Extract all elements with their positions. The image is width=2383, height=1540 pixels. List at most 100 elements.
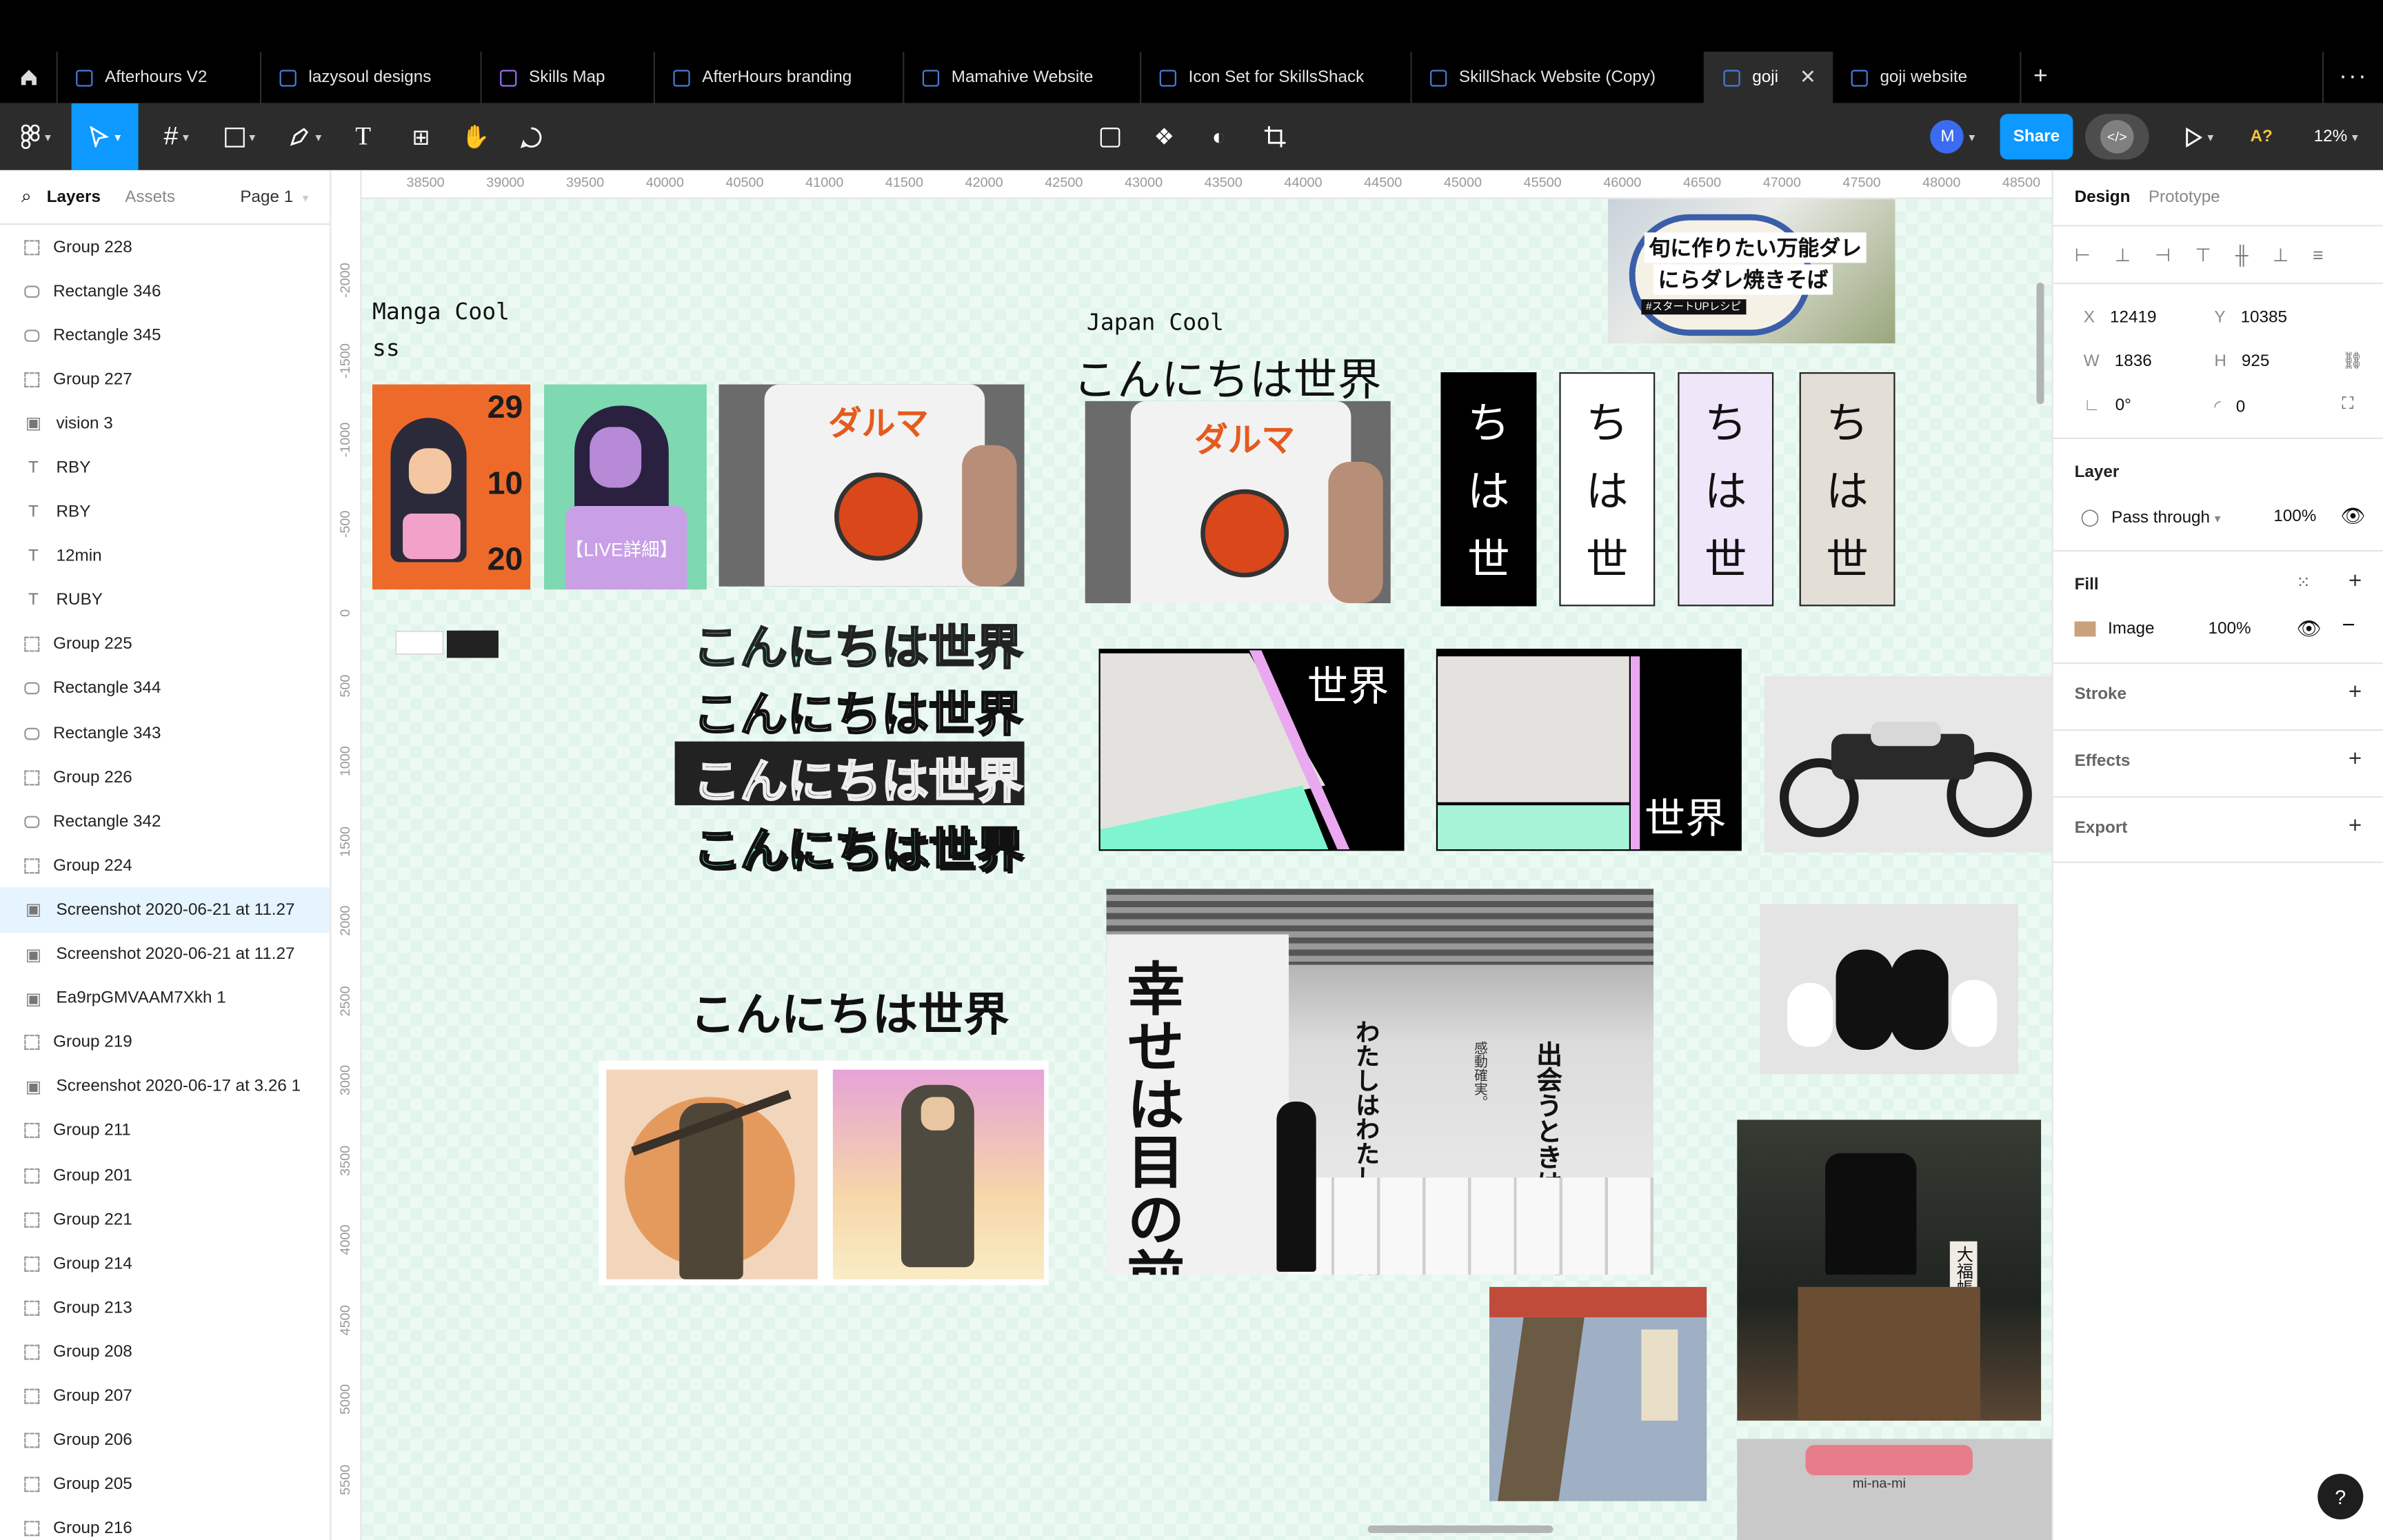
layer-row[interactable]: Group 228 (0, 225, 330, 269)
layer-row[interactable]: Group 201 (0, 1153, 330, 1197)
layer-row[interactable]: ▣ Screenshot 2020-06-21 at 11.27 (0, 932, 330, 976)
align-center-h-icon[interactable]: ⊥ (2115, 245, 2131, 266)
tab-layers[interactable]: Layers (47, 188, 101, 205)
user-avatar-menu[interactable]: M ▾ (1918, 103, 1988, 170)
fill-visibility-icon[interactable]: 👁 (2296, 617, 2321, 641)
present-button[interactable]: ▾ (2173, 103, 2225, 170)
horizontal-scrollbar[interactable] (1367, 1525, 1554, 1533)
y-field[interactable]: Y 10385 (2214, 308, 2287, 326)
eye-icon[interactable]: 👁 (2340, 505, 2365, 529)
page-selector[interactable]: Page 1 ▾ (240, 188, 308, 205)
layer-row[interactable]: Group 226 (0, 756, 330, 800)
manga-poster-mint[interactable]: 【LIVE詳細】 (544, 384, 707, 590)
layer-row[interactable]: T RBY (0, 446, 330, 490)
layer-row[interactable]: Group 221 (0, 1197, 330, 1242)
align-bottom-icon[interactable]: ⊥ (2273, 245, 2289, 266)
w-field[interactable]: W 1836 (2084, 352, 2152, 370)
layer-row[interactable]: Group 227 (0, 358, 330, 402)
align-right-icon[interactable]: ⊣ (2155, 245, 2171, 266)
lanterns-photo[interactable] (1760, 904, 2019, 1075)
layer-row[interactable]: T RUBY (0, 578, 330, 622)
mask-button[interactable]: ◐ (1200, 103, 1237, 170)
add-stroke-icon[interactable]: + (2349, 679, 2362, 705)
layer-row[interactable]: Group 211 (0, 1109, 330, 1153)
layer-row[interactable]: Group 224 (0, 844, 330, 888)
layer-row[interactable]: ▣ Ea9rpGMVAAM7Xkh 1 (0, 976, 330, 1020)
layer-row[interactable]: T RBY (0, 490, 330, 534)
file-tab[interactable]: Mamahive Website (904, 51, 1142, 103)
dev-mode-toggle[interactable]: </> (2085, 114, 2149, 160)
fill-styles-icon[interactable]: ⁙ (2296, 573, 2310, 592)
vertical-text-box-beige[interactable]: ち は 世 (1799, 372, 1896, 607)
align-top-icon[interactable]: ⊤ (2195, 245, 2211, 266)
streetwear-illustration[interactable] (832, 1069, 1045, 1279)
more-menu-icon[interactable]: ··· (2322, 51, 2383, 103)
tab-assets[interactable]: Assets (125, 188, 175, 205)
crop-button[interactable] (1257, 103, 1294, 170)
layer-row[interactable]: ▣ Screenshot 2020-06-17 at 3.26 1 (0, 1065, 330, 1109)
close-tab-icon[interactable]: ✕ (1800, 65, 1816, 90)
add-export-icon[interactable]: + (2349, 813, 2362, 838)
layer-row[interactable]: Group 214 (0, 1242, 330, 1286)
file-tab[interactable]: Afterhours V2 (58, 51, 262, 103)
file-tab[interactable]: Icon Set for SkillsShack (1141, 51, 1412, 103)
shop-photo[interactable]: 大福帳 (1737, 1119, 2042, 1421)
file-tab[interactable]: goji website (1833, 51, 2022, 103)
file-tab[interactable]: lazysoul designs (261, 51, 482, 103)
move-tool-button[interactable]: ▾ (71, 103, 139, 170)
layer-row[interactable]: Group 216 (0, 1507, 330, 1540)
file-tab-active[interactable]: goji ✕ (1705, 51, 1833, 103)
layer-row[interactable]: Rectangle 344 (0, 667, 330, 711)
help-button[interactable]: ? (2317, 1473, 2364, 1520)
fill-opacity-field[interactable]: 100% (2209, 620, 2251, 638)
text-tool-button[interactable]: T (343, 103, 383, 170)
tab-prototype[interactable]: Prototype (2149, 188, 2220, 206)
align-left-icon[interactable]: ⊢ (2075, 245, 2091, 266)
layer-row[interactable]: Rectangle 342 (0, 800, 330, 844)
vertical-scrollbar[interactable] (2036, 282, 2044, 405)
motorcycle-photo[interactable] (1764, 676, 2052, 853)
zoom-menu[interactable]: 12% ▾ (2301, 103, 2371, 170)
shape-tool-button[interactable]: ▾ (213, 103, 268, 170)
hello-world-large[interactable]: こんにちは世界 (690, 977, 1009, 1044)
gallery-photo[interactable]: 幸せは目の前。 わたしはわたしの道をゆく。 感動確実。 出会うときは出会う。 (1106, 889, 1654, 1275)
layout-graphic-diagonal[interactable]: 世界 (1097, 647, 1405, 853)
layer-row[interactable]: ▣ Screenshot 2020-06-21 at 11.27 (0, 888, 330, 933)
hello-world-heading[interactable]: こんにちは世界 (1073, 345, 1381, 409)
blend-mode-dropdown[interactable]: ◯ Pass through ▾ (2080, 507, 2220, 527)
hand-tool-button[interactable]: ✋ (456, 103, 495, 170)
tshirt-photo-left[interactable]: ダルマ (718, 384, 1025, 587)
vertical-text-box-lilac[interactable]: ち は 世 (1678, 372, 1774, 607)
vertical-text-box-black[interactable]: ち は 世 (1440, 372, 1537, 607)
layer-row[interactable]: T 12min (0, 534, 330, 578)
add-fill-icon[interactable]: + (2349, 568, 2362, 594)
tab-design[interactable]: Design (2075, 188, 2131, 206)
signboard-photo[interactable]: mi-na-mi (1737, 1439, 2052, 1540)
ukiyoe-print[interactable] (1489, 1286, 1707, 1501)
share-button[interactable]: Share (2000, 114, 2073, 160)
vertical-text-box-white[interactable]: ち は 世 (1559, 372, 1656, 607)
manga-cool-title[interactable]: Manga Cool ss (372, 293, 510, 366)
japan-cool-title[interactable]: Japan Cool (1087, 308, 1224, 336)
comment-tool-button[interactable] (511, 103, 550, 170)
layer-row[interactable]: Group 206 (0, 1419, 330, 1463)
file-tab[interactable]: Skills Map (482, 51, 655, 103)
hello-world-mint[interactable]: こんにちは世界 (692, 609, 1024, 678)
layout-graphic-split[interactable]: 世界 (1435, 647, 1743, 853)
layer-row[interactable]: Group 225 (0, 622, 330, 667)
layer-opacity-field[interactable]: 100% (2273, 507, 2316, 525)
canvas[interactable]: Manga Cool ss 29 10 20 【LIVE詳細】 ダルマ こんにち… (361, 199, 2052, 1540)
layer-row[interactable]: Group 213 (0, 1286, 330, 1330)
remove-fill-icon[interactable]: − (2342, 612, 2355, 638)
x-field[interactable]: X 12419 (2084, 308, 2157, 326)
layer-row[interactable]: Group 205 (0, 1463, 330, 1507)
rotation-field[interactable]: ∟ 0° (2084, 396, 2131, 414)
independent-corners-icon[interactable]: ⛶ (2342, 395, 2353, 415)
add-effect-icon[interactable]: + (2349, 746, 2362, 771)
home-tab[interactable] (0, 51, 58, 103)
new-tab-button[interactable]: + (2021, 52, 2067, 103)
mini-card[interactable] (395, 630, 444, 655)
ai-button[interactable]: A? (2243, 103, 2280, 170)
file-tab[interactable]: AfterHours branding (655, 51, 905, 103)
constrain-proportions-icon[interactable]: ⛓ (2342, 351, 2363, 370)
